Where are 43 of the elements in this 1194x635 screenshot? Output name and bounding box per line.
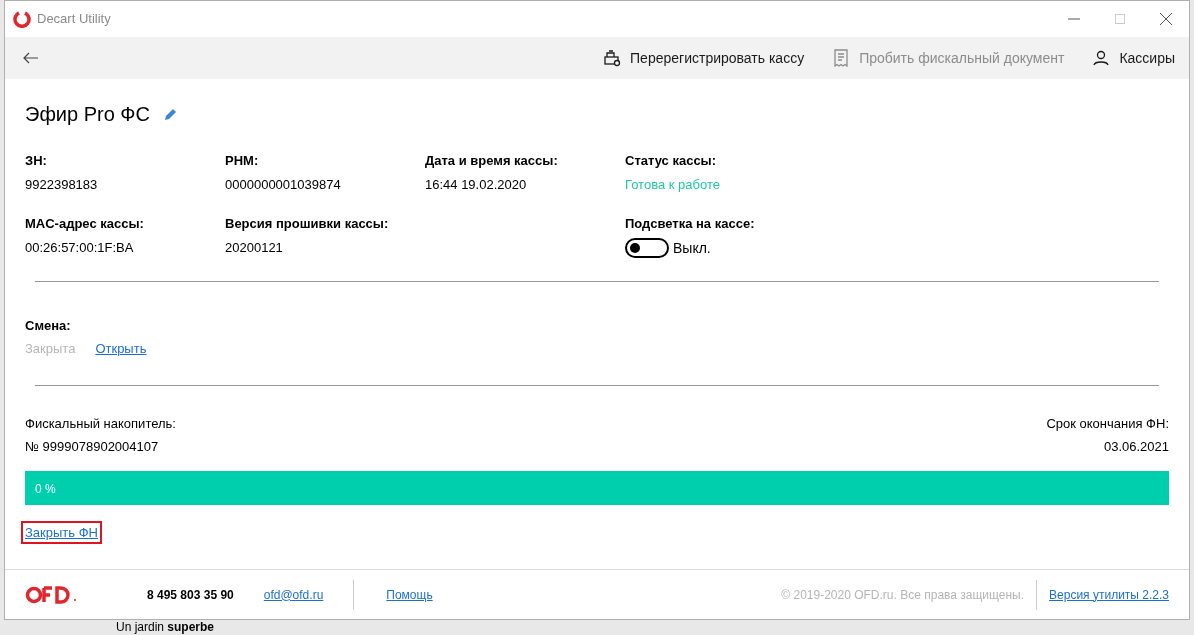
fn-number: № 9999078902004107 [25,438,160,456]
field-label: Версия прошивки кассы: [225,215,390,233]
status-value: Готова к работе [625,175,721,194]
email-link[interactable]: ofd@ofd.ru [263,585,324,604]
window-title: Decart Utility [37,10,111,29]
open-shift-link[interactable]: Открыть [95,339,147,359]
shift-label: Смена: [25,316,72,335]
fn-expiry-label: Срок окончания ФН: [1046,414,1169,433]
close-fn-link[interactable]: Закрыть ФН [21,520,102,544]
fn-label: Фискальный накопитель: [25,414,176,433]
progress-text: 0 % [35,480,56,498]
field-value: 9922398183 [25,175,99,194]
shift-state: Закрыта [25,340,76,358]
field-label: Дата и время кассы: [425,152,559,170]
edit-pencil-icon[interactable] [164,107,178,121]
toolbar-button[interactable]: Перерегистрировать кассу [603,47,805,69]
minimize-icon [1068,18,1080,20]
field-label: Подсветка на кассе: [625,215,756,233]
switch-label: Выкл. [673,238,711,258]
background-window-text: Un jardin superbe [116,620,215,634]
field-label: MAC-адрес кассы: [25,215,145,233]
field-value: 0000000001039874 [225,175,342,194]
device-name: Эфир Pro ФС [25,102,150,127]
user-icon [1092,49,1111,67]
field-label: РНМ: [225,152,260,170]
help-link[interactable]: Помощь [386,585,433,604]
field-value: 00:26:57:00:1F:BA [25,238,135,257]
toolbar-button[interactable]: Кассиры [1092,47,1175,69]
field-value: 20200121 [225,238,284,257]
field-label: ЗН: [25,152,48,170]
fn-expiry-date: 03.06.2021 [1103,438,1169,456]
copyright-text: © 2019-2020 OFD.ru. Все права защищены. [781,586,1025,604]
app-logo-icon [13,10,31,28]
maximize-icon [1115,14,1125,24]
field-value: 16:44 19.02.2020 [425,175,528,194]
version-link[interactable]: Версия утилиты 2.2.3 [1049,585,1169,604]
close-icon [1160,13,1172,25]
phone-number: 8 495 803 35 90 [147,586,234,604]
field-label: Статус кассы: [625,152,718,170]
toggle-switch[interactable] [625,238,669,258]
cash-register-icon [603,49,622,67]
receipt-icon [832,49,851,67]
back-arrow-icon [23,52,39,64]
